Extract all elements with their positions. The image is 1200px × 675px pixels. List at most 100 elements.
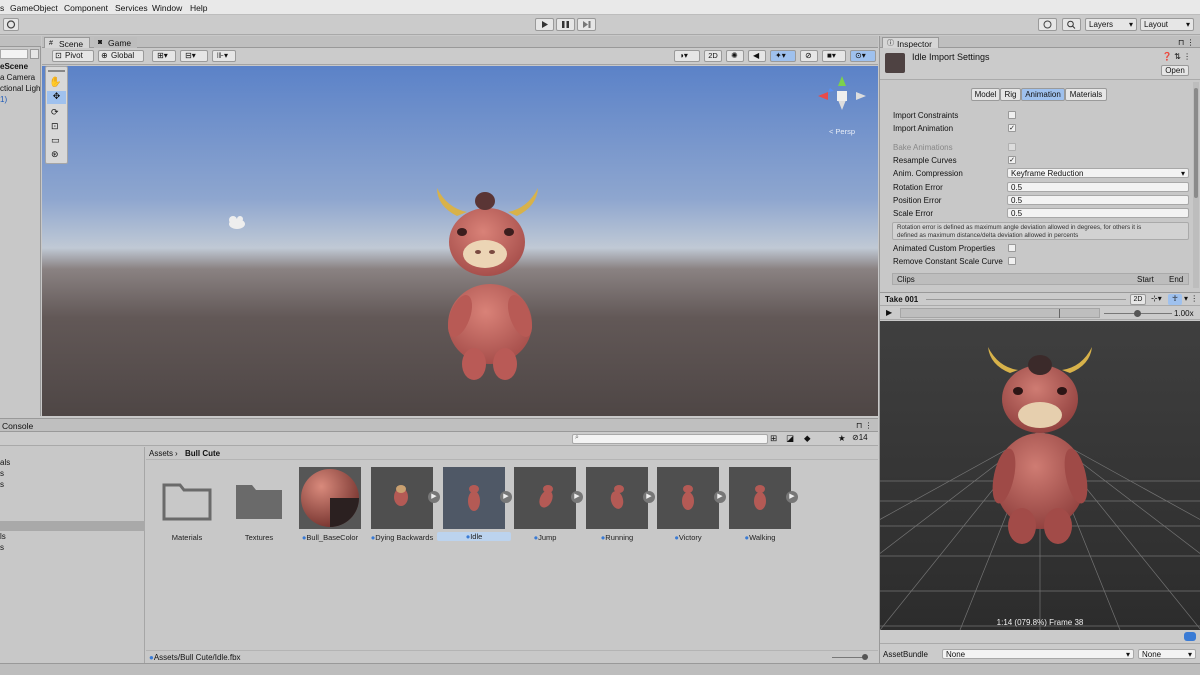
tree-item-selected[interactable] — [0, 521, 145, 531]
preview-menu-icon[interactable]: ▾ ⋮ — [1184, 294, 1198, 303]
grid-snap-button[interactable]: ⊞▾ — [152, 50, 176, 62]
account-button[interactable] — [3, 18, 19, 31]
menu-services[interactable]: Services — [115, 3, 148, 13]
inspector-scrollbar[interactable] — [1193, 82, 1199, 288]
strip-handle[interactable] — [48, 70, 65, 72]
2d-toggle[interactable]: 2D — [704, 50, 722, 62]
lock-icon[interactable]: ⊓ ⋮ — [1178, 38, 1194, 47]
camera-settings-button[interactable]: ■▾ — [822, 50, 846, 62]
subtab-model[interactable]: Model — [971, 88, 1000, 101]
subtab-rig[interactable]: Rig — [1000, 88, 1021, 101]
subtab-animation[interactable]: Animation — [1021, 88, 1065, 101]
transform-tool-icon[interactable]: ⊛ — [51, 149, 59, 160]
global-dropdown[interactable]: ⊕ Global — [98, 50, 144, 62]
step-button[interactable] — [577, 18, 596, 31]
menu-help[interactable]: Help — [190, 3, 207, 13]
scale-tool-icon[interactable]: ⊡ — [51, 121, 59, 132]
align-button[interactable]: ⊪▾ — [212, 50, 236, 62]
avatar-icon[interactable]: ☥ — [1168, 294, 1182, 305]
zoom-slider-handle[interactable] — [862, 654, 868, 660]
scrollbar-thumb[interactable] — [1194, 88, 1198, 198]
animation-preview-viewport[interactable]: 1:14 (079.8%) Frame 38 — [880, 321, 1200, 630]
asset-item-materials[interactable] — [156, 467, 218, 529]
hidden-count[interactable]: ⊘14 — [852, 433, 868, 442]
effects-toggle[interactable]: ✦▾ — [770, 50, 796, 62]
layout-dropdown[interactable]: Layout ▾ — [1140, 18, 1194, 31]
anim-compression-dropdown[interactable]: Keyframe Reduction ▾ — [1007, 168, 1189, 178]
animated-custom-checkbox[interactable] — [1008, 244, 1016, 252]
open-button[interactable]: Open — [1161, 65, 1189, 76]
snap-increment-button[interactable]: ⊟▾ — [180, 50, 208, 62]
tree-item[interactable]: s — [0, 469, 4, 478]
tab-console[interactable]: Console — [2, 421, 33, 431]
menu-window[interactable]: Window — [152, 3, 182, 13]
project-search-input[interactable]: ⌕ — [572, 434, 768, 444]
subtab-materials[interactable]: Materials — [1065, 88, 1107, 101]
layers-dropdown[interactable]: Layers ▾ — [1085, 18, 1137, 31]
pivot-toggle-icon[interactable]: ⊹▾ — [1151, 294, 1162, 303]
hierarchy-item-camera[interactable]: a Camera — [0, 73, 35, 82]
move-tool-icon[interactable]: ✥ — [47, 91, 66, 104]
help-icon[interactable]: ❓ ⇅ ⋮ — [1162, 52, 1191, 61]
hand-tool-icon[interactable]: ✋ — [49, 77, 61, 88]
import-animation-checkbox[interactable]: ✓ — [1008, 124, 1016, 132]
lock-icon[interactable]: ⊓ ⋮ — [856, 421, 872, 430]
play-button[interactable] — [535, 18, 554, 31]
rotation-error-input[interactable]: 0.5 — [1007, 182, 1189, 192]
asset-item-textures[interactable] — [228, 467, 290, 529]
expand-arrow-icon[interactable]: ▶ — [428, 491, 440, 503]
breadcrumb-assets[interactable]: Assets — [149, 449, 173, 458]
persp-label[interactable]: < Persp — [829, 127, 855, 136]
hierarchy-item-bull[interactable]: 1) — [0, 95, 7, 104]
type-filter-icon[interactable]: ◪ — [786, 433, 794, 444]
hidden-objects-toggle[interactable]: ⊘ — [800, 50, 818, 62]
tree-item[interactable]: s — [0, 543, 4, 552]
asset-item-jump[interactable] — [514, 467, 576, 529]
hierarchy-item-light[interactable]: ctional Ligh — [0, 84, 40, 93]
position-error-input[interactable]: 0.5 — [1007, 195, 1189, 205]
remove-constant-checkbox[interactable] — [1008, 257, 1016, 265]
expand-arrow-icon[interactable]: ▶ — [643, 491, 655, 503]
rect-tool-icon[interactable]: ▭ — [51, 135, 60, 146]
speed-slider-handle[interactable] — [1134, 310, 1141, 317]
lighting-toggle[interactable]: ✺ — [726, 50, 744, 62]
label-filter-icon[interactable]: ◆ — [804, 433, 811, 444]
breadcrumb-bull-cute[interactable]: Bull Cute — [185, 449, 220, 458]
gizmos-button[interactable]: ⊙▾ — [850, 50, 876, 62]
tree-item[interactable]: als — [0, 458, 10, 467]
hierarchy-search-button[interactable] — [30, 49, 39, 59]
menu-item-partial[interactable]: s — [0, 3, 4, 13]
expand-arrow-icon[interactable]: ▶ — [571, 491, 583, 503]
asset-item-running[interactable] — [586, 467, 648, 529]
menu-component[interactable]: Component — [64, 3, 108, 13]
scene-viewport[interactable]: < Persp — [42, 66, 878, 416]
audio-toggle[interactable]: ◀ — [748, 50, 766, 62]
expand-arrow-icon[interactable]: ▶ — [714, 491, 726, 503]
tag-icon[interactable] — [1184, 632, 1196, 641]
import-constraints-checkbox[interactable] — [1008, 111, 1016, 119]
scale-error-input[interactable]: 0.5 — [1007, 208, 1189, 218]
assetbundle-dropdown[interactable]: None ▾ — [942, 649, 1134, 659]
tree-item[interactable]: s — [0, 480, 4, 489]
hierarchy-search-input[interactable] — [0, 49, 28, 59]
history-button[interactable] — [1038, 18, 1057, 31]
hierarchy-item-scene[interactable]: eScene — [0, 62, 28, 71]
asset-item-victory[interactable] — [657, 467, 719, 529]
search-button[interactable] — [1062, 18, 1081, 31]
bake-animations-checkbox[interactable] — [1008, 143, 1016, 151]
asset-item-walking[interactable] — [729, 467, 791, 529]
preview-play-icon[interactable]: ▶ — [886, 308, 892, 317]
asset-item-idle[interactable] — [443, 467, 505, 529]
filter-icon[interactable]: ⊞ — [770, 433, 777, 444]
favorite-icon[interactable]: ★ — [838, 433, 846, 444]
expand-arrow-icon[interactable]: ▶ — [786, 491, 798, 503]
resample-curves-checkbox[interactable]: ✓ — [1008, 156, 1016, 164]
shading-mode-button[interactable]: ◑▾ — [674, 50, 700, 62]
rotate-tool-icon[interactable]: ⟳ — [51, 107, 59, 118]
menu-gameobject[interactable]: GameObject — [10, 3, 58, 13]
timeline-playhead[interactable] — [1059, 309, 1060, 318]
assetbundle-variant-dropdown[interactable]: None ▾ — [1138, 649, 1196, 659]
pause-button[interactable] — [556, 18, 575, 31]
timeline-track[interactable] — [900, 308, 1100, 318]
tree-item[interactable]: ls — [0, 532, 6, 541]
